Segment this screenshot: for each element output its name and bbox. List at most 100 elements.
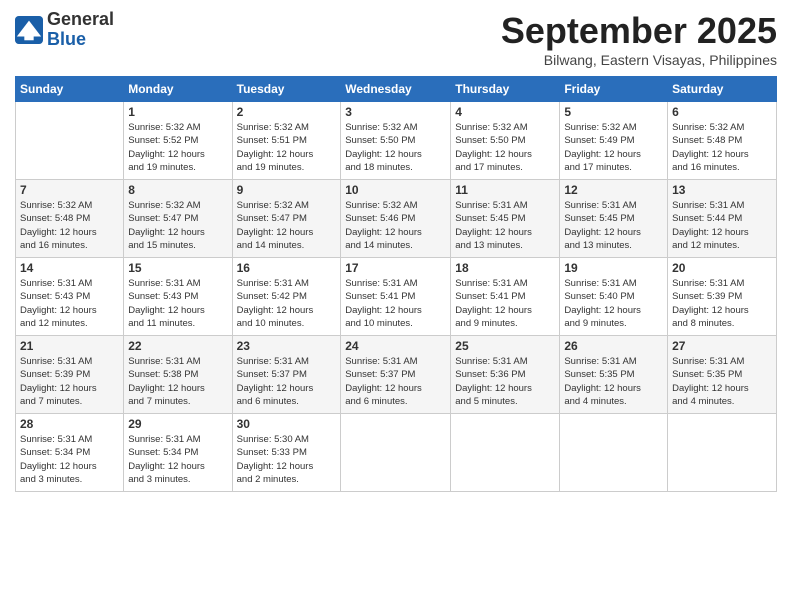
day-number: 19 [564,261,663,275]
title-block: September 2025 Bilwang, Eastern Visayas,… [501,10,777,68]
day-info: Sunrise: 5:31 AM Sunset: 5:45 PM Dayligh… [455,199,555,252]
calendar-cell: 19 Sunrise: 5:31 AM Sunset: 5:40 PM Dayli… [560,258,668,336]
calendar-cell: 8Sunrise: 5:32 AM Sunset: 5:47 PM Daylig… [124,180,232,258]
day-info: Sunrise: 5:31 AM Sunset: 5:38 PM Dayligh… [128,355,227,408]
calendar-cell: 30 Sunrise: 5:30 AM Sunset: 5:33 PM Dayli… [232,414,341,492]
day-info: Sunrise: 5:31 AM Sunset: 5:34 PM Dayligh… [20,433,119,486]
column-header-wednesday: Wednesday [341,77,451,102]
day-number: 23 [237,339,337,353]
day-info: Sunrise: 5:31 AM Sunset: 5:45 PM Dayligh… [564,199,663,252]
calendar-cell: 18Sunrise: 5:31 AM Sunset: 5:41 PM Dayli… [451,258,560,336]
day-info: Sunrise: 5:31 AM Sunset: 5:41 PM Dayligh… [345,277,446,330]
calendar-cell: 1 Sunrise: 5:32 AM Sunset: 5:52 PM Daylig… [124,102,232,180]
logo-icon [15,16,43,44]
day-number: 2 [237,105,337,119]
column-header-sunday: Sunday [16,77,124,102]
day-info: Sunrise: 5:31 AM Sunset: 5:40 PM Dayligh… [564,277,663,330]
day-info: Sunrise: 5:32 AM Sunset: 5:48 PM Dayligh… [672,121,772,174]
day-info: Sunrise: 5:31 AM Sunset: 5:39 PM Dayligh… [20,355,119,408]
calendar-table: SundayMondayTuesdayWednesdayThursdayFrid… [15,76,777,492]
month-title: September 2025 [501,10,777,52]
day-info: Sunrise: 5:32 AM Sunset: 5:49 PM Dayligh… [564,121,663,174]
day-info: Sunrise: 5:31 AM Sunset: 5:35 PM Dayligh… [672,355,772,408]
calendar-cell: 4 Sunrise: 5:32 AM Sunset: 5:50 PM Daylig… [451,102,560,180]
calendar-cell: 22Sunrise: 5:31 AM Sunset: 5:38 PM Dayli… [124,336,232,414]
column-header-thursday: Thursday [451,77,560,102]
calendar-cell [560,414,668,492]
day-info: Sunrise: 5:32 AM Sunset: 5:47 PM Dayligh… [237,199,337,252]
calendar-cell: 23 Sunrise: 5:31 AM Sunset: 5:37 PM Dayli… [232,336,341,414]
calendar-cell [341,414,451,492]
calendar-cell: 26 Sunrise: 5:31 AM Sunset: 5:35 PM Dayli… [560,336,668,414]
calendar-cell: 27Sunrise: 5:31 AM Sunset: 5:35 PM Dayli… [668,336,777,414]
day-number: 6 [672,105,772,119]
day-number: 13 [672,183,772,197]
day-info: Sunrise: 5:32 AM Sunset: 5:50 PM Dayligh… [455,121,555,174]
day-info: Sunrise: 5:31 AM Sunset: 5:44 PM Dayligh… [672,199,772,252]
day-number: 24 [345,339,446,353]
calendar-cell: 15 Sunrise: 5:31 AM Sunset: 5:43 PM Dayli… [124,258,232,336]
day-number: 3 [345,105,446,119]
column-header-tuesday: Tuesday [232,77,341,102]
day-number: 14 [20,261,119,275]
calendar-cell [668,414,777,492]
day-number: 11 [455,183,555,197]
calendar-cell: 12 Sunrise: 5:31 AM Sunset: 5:45 PM Dayli… [560,180,668,258]
calendar-cell: 9 Sunrise: 5:32 AM Sunset: 5:47 PM Daylig… [232,180,341,258]
day-number: 12 [564,183,663,197]
day-number: 15 [128,261,227,275]
day-number: 28 [20,417,119,431]
day-number: 5 [564,105,663,119]
day-number: 1 [128,105,227,119]
day-info: Sunrise: 5:32 AM Sunset: 5:46 PM Dayligh… [345,199,446,252]
day-number: 21 [20,339,119,353]
calendar-cell [451,414,560,492]
calendar-cell: 17 Sunrise: 5:31 AM Sunset: 5:41 PM Dayli… [341,258,451,336]
calendar-cell: 14 Sunrise: 5:31 AM Sunset: 5:43 PM Dayli… [16,258,124,336]
calendar-cell: 29 Sunrise: 5:31 AM Sunset: 5:34 PM Dayli… [124,414,232,492]
day-info: Sunrise: 5:31 AM Sunset: 5:41 PM Dayligh… [455,277,555,330]
calendar-cell: 16 Sunrise: 5:31 AM Sunset: 5:42 PM Dayli… [232,258,341,336]
calendar-cell: 3 Sunrise: 5:32 AM Sunset: 5:50 PM Daylig… [341,102,451,180]
day-info: Sunrise: 5:32 AM Sunset: 5:52 PM Dayligh… [128,121,227,174]
calendar-cell: 2 Sunrise: 5:32 AM Sunset: 5:51 PM Daylig… [232,102,341,180]
day-number: 4 [455,105,555,119]
day-info: Sunrise: 5:31 AM Sunset: 5:42 PM Dayligh… [237,277,337,330]
day-info: Sunrise: 5:31 AM Sunset: 5:37 PM Dayligh… [345,355,446,408]
calendar-cell: 10 Sunrise: 5:32 AM Sunset: 5:46 PM Dayli… [341,180,451,258]
day-number: 29 [128,417,227,431]
day-number: 16 [237,261,337,275]
calendar-cell: 11 Sunrise: 5:31 AM Sunset: 5:45 PM Dayli… [451,180,560,258]
day-info: Sunrise: 5:32 AM Sunset: 5:47 PM Dayligh… [128,199,227,252]
calendar-cell: 13 Sunrise: 5:31 AM Sunset: 5:44 PM Dayli… [668,180,777,258]
day-number: 7 [20,183,119,197]
day-info: Sunrise: 5:31 AM Sunset: 5:34 PM Dayligh… [128,433,227,486]
calendar-cell: 5 Sunrise: 5:32 AM Sunset: 5:49 PM Daylig… [560,102,668,180]
day-info: Sunrise: 5:31 AM Sunset: 5:36 PM Dayligh… [455,355,555,408]
day-number: 26 [564,339,663,353]
logo: General Blue [15,10,114,50]
day-number: 20 [672,261,772,275]
column-header-monday: Monday [124,77,232,102]
day-number: 9 [237,183,337,197]
day-info: Sunrise: 5:31 AM Sunset: 5:37 PM Dayligh… [237,355,337,408]
day-info: Sunrise: 5:32 AM Sunset: 5:50 PM Dayligh… [345,121,446,174]
day-info: Sunrise: 5:31 AM Sunset: 5:35 PM Dayligh… [564,355,663,408]
day-info: Sunrise: 5:32 AM Sunset: 5:51 PM Dayligh… [237,121,337,174]
column-header-saturday: Saturday [668,77,777,102]
day-info: Sunrise: 5:30 AM Sunset: 5:33 PM Dayligh… [237,433,337,486]
location: Bilwang, Eastern Visayas, Philippines [501,52,777,68]
day-number: 30 [237,417,337,431]
column-header-friday: Friday [560,77,668,102]
day-info: Sunrise: 5:31 AM Sunset: 5:43 PM Dayligh… [128,277,227,330]
calendar-cell: 6 Sunrise: 5:32 AM Sunset: 5:48 PM Daylig… [668,102,777,180]
day-info: Sunrise: 5:32 AM Sunset: 5:48 PM Dayligh… [20,199,119,252]
calendar-cell: 24 Sunrise: 5:31 AM Sunset: 5:37 PM Dayli… [341,336,451,414]
calendar-cell [16,102,124,180]
day-info: Sunrise: 5:31 AM Sunset: 5:43 PM Dayligh… [20,277,119,330]
day-number: 17 [345,261,446,275]
day-number: 10 [345,183,446,197]
day-info: Sunrise: 5:31 AM Sunset: 5:39 PM Dayligh… [672,277,772,330]
logo-blue-text: Blue [47,30,114,50]
calendar-cell: 21 Sunrise: 5:31 AM Sunset: 5:39 PM Dayli… [16,336,124,414]
